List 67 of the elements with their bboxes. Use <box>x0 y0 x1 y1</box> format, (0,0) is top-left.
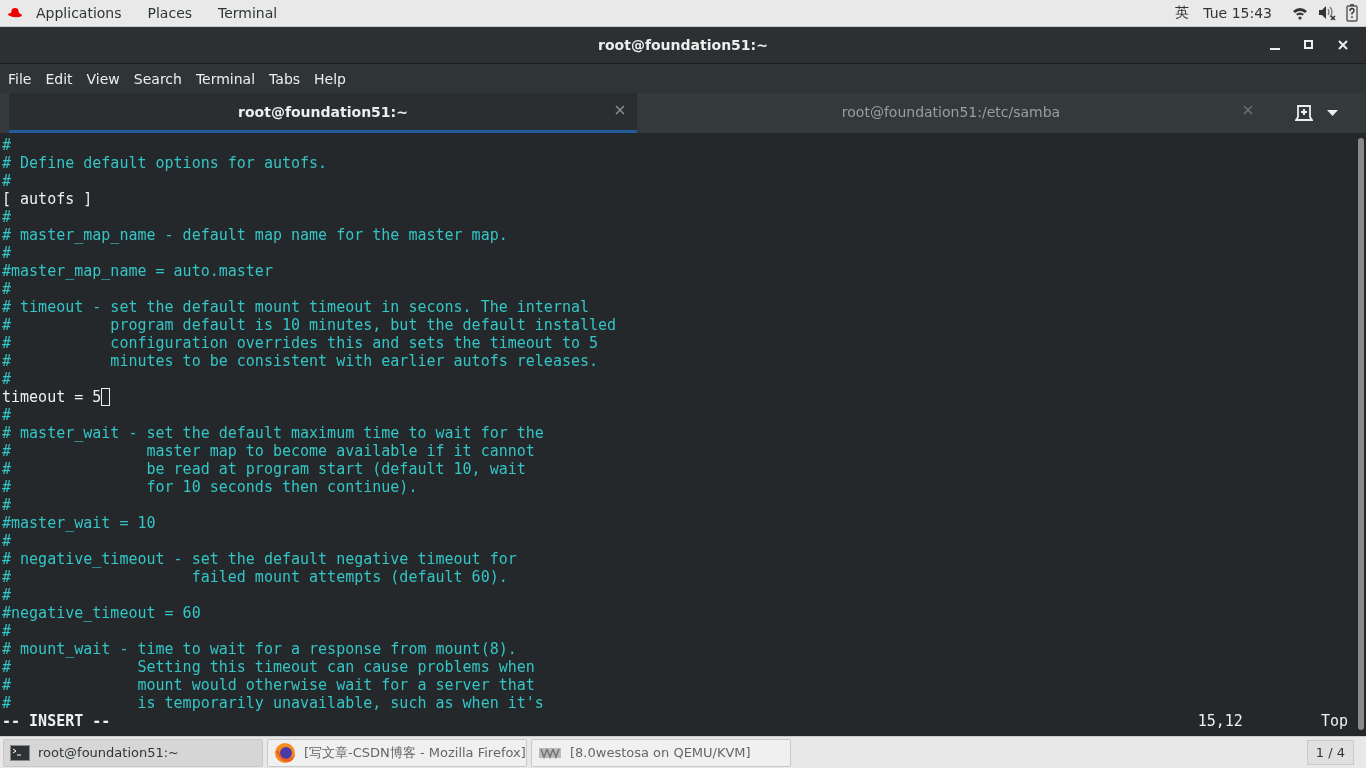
new-tab-icon[interactable] <box>1295 105 1313 121</box>
input-method-indicator[interactable]: 英 <box>1175 4 1190 22</box>
menu-item[interactable]: Tabs <box>262 70 308 87</box>
comment-line: # <box>2 172 13 190</box>
workspace-switcher[interactable]: 1 / 4 <box>1306 740 1354 765</box>
vm-icon <box>538 745 562 760</box>
comment-line: # is temporarily unavailable, such as when it's <box>2 694 545 712</box>
top-menu[interactable]: Applications <box>23 5 135 21</box>
terminal-tab[interactable]: root@foundation51:~ <box>9 93 637 133</box>
maximize-icon <box>1304 40 1314 50</box>
menu-item[interactable]: Edit <box>38 70 80 87</box>
clock[interactable]: Tue 15:43 <box>1203 5 1272 21</box>
top-menu[interactable]: Places <box>134 5 206 21</box>
dropdown-arrow-icon[interactable] <box>1327 110 1338 116</box>
battery-unknown-icon[interactable] <box>1346 4 1358 22</box>
comment-line: # master map to become available if it cannot <box>2 442 536 460</box>
comment-line: # <box>2 280 13 298</box>
config-line: [ autofs ] <box>2 190 94 208</box>
comment-line: # Define default options for autofs. <box>2 154 329 172</box>
menu-item[interactable]: Help <box>307 70 353 87</box>
comment-line: # <box>2 244 13 262</box>
config-line: timeout = 5 <box>2 388 1356 406</box>
minimize-icon <box>1270 48 1280 50</box>
fox-globe-icon <box>274 741 296 764</box>
comment-line: #master_wait = 10 <box>2 514 157 532</box>
top-menu[interactable]: Terminal <box>205 5 291 21</box>
menu-item[interactable]: File <box>1 70 39 87</box>
comment-line: # <box>2 622 13 640</box>
taskbar-item[interactable]: root@foundation51:~ <box>3 738 263 767</box>
comment-line: # <box>2 532 13 550</box>
comment-line: # minutes to be consistent with earlier autofs releases. <box>2 352 600 370</box>
comment-line: # <box>2 370 13 388</box>
taskbar-item[interactable]: [写文章-CSDN博客 - Mozilla Firefox] <box>267 738 527 767</box>
comment-line: # configuration overrides this and sets the timeout to 5 <box>2 334 600 352</box>
menu-item[interactable]: Search <box>126 70 189 87</box>
comment-line: # master_wait - set the default maximum time to wait for the <box>2 424 545 442</box>
menu-item[interactable]: View <box>79 70 127 87</box>
menu-item[interactable]: Terminal <box>188 70 263 87</box>
comment-line: # mount would otherwise wait for a server that <box>2 676 536 694</box>
close-tab-icon[interactable] <box>615 105 625 115</box>
window-title: root@foundation51:~ <box>598 37 768 53</box>
hat-logo-icon <box>7 7 23 19</box>
comment-line: # master_map_name - default map name for the master map. <box>2 226 509 244</box>
comment-line: #master_map_name = auto.master <box>2 262 274 280</box>
comment-line: # <box>2 406 13 424</box>
comment-line: # Setting this timeout can cause problems when <box>2 658 536 676</box>
comment-line: # program default is 10 minutes, but the default installed <box>2 316 618 334</box>
comment-line: # <box>2 208 13 226</box>
comment-line: # <box>2 136 13 154</box>
comment-line: # negative_timeout - set the default negative timeout for <box>2 550 518 568</box>
comment-line: # <box>2 586 13 604</box>
comment-line: # mount_wait - time to wait for a response from mount(8). <box>2 640 518 658</box>
comment-line: #negative_timeout = 60 <box>2 604 202 622</box>
terminal-icon <box>10 744 30 761</box>
taskbar-item[interactable]: [8.0westosa on QEMU/KVM] <box>531 738 791 767</box>
scrollbar-thumb[interactable] <box>1358 138 1364 730</box>
comment-line: # <box>2 496 13 514</box>
comment-line: # be read at program start (default 10, wait <box>2 460 527 478</box>
cursor-position: 15,12 <box>1197 712 1243 730</box>
comment-line: # for 10 seconds then continue). <box>2 478 419 496</box>
scroll-position: Top <box>1320 712 1348 730</box>
wifi-icon[interactable] <box>1292 6 1308 20</box>
comment-line: # timeout - set the default mount timeout in secons. The internal <box>2 298 590 316</box>
muted-speaker-icon[interactable] <box>1318 5 1336 21</box>
close-icon <box>1338 40 1348 50</box>
comment-line: # failed mount attempts (default 60). <box>2 568 509 586</box>
vim-mode: -- INSERT -- <box>2 712 111 730</box>
